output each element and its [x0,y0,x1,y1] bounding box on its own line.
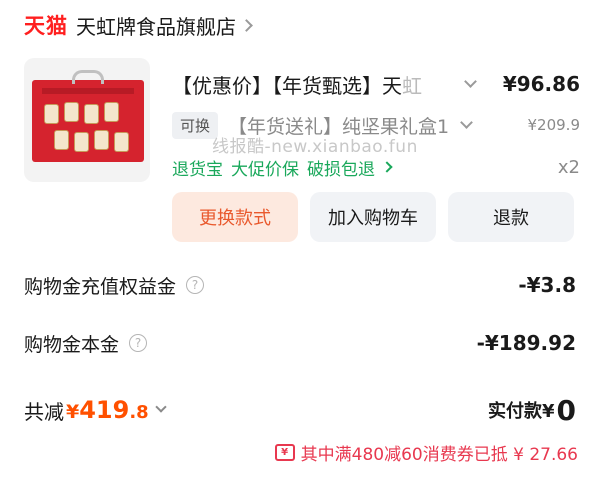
gift-box-handle [72,70,104,84]
product-price: ¥96.86 [502,72,580,96]
nut-jar [84,104,99,124]
total-row: 共减 ¥ 419 .8 实付款¥ 0 [24,390,576,430]
service-row[interactable]: 退货宝 大促价保 破损包退 x2 [172,153,580,181]
nut-jar [74,132,89,152]
product-thumbnail[interactable] [24,58,150,182]
total-currency: ¥ [66,401,80,423]
paid-label: 实付款¥ [487,401,555,422]
paid-value: 0 [556,393,576,427]
chevron-down-icon[interactable] [464,74,477,88]
nut-jar [114,132,129,152]
refund-button[interactable]: 退款 [448,192,574,242]
store-name[interactable]: 天虹牌食品旗舰店 [76,11,236,40]
sku-price: ¥209.9 [527,116,581,134]
total-discount-amount[interactable]: ¥ 419 .8 [66,396,149,424]
change-style-button[interactable]: 更换款式 [172,192,298,242]
tmall-logo: 天猫 [24,14,68,38]
product-title: 【优惠价】【年货甄选】天虹 [172,70,452,99]
nut-jar [54,130,69,150]
add-to-cart-button[interactable]: 加入购物车 [310,192,436,242]
service-damage-refund[interactable]: 破损包退 [307,155,375,180]
store-header[interactable]: 天猫 天虹牌食品旗舰店 [24,10,253,40]
principal-row: 购物金本金 ? -¥189.92 [24,328,576,358]
benefit-label: 购物金充值权益金 [24,275,177,298]
nut-jar [44,104,59,124]
total-discount-label: 共减 [24,399,64,424]
benefit-row: 购物金充值权益金 ? -¥3.8 [24,270,576,300]
chevron-right-icon [381,161,393,173]
coupon-row: ¥ 其中满480减60消费券已抵 ¥ 27.66 [222,438,578,466]
principal-label: 购物金本金 [24,333,120,356]
product-title-text: 【优惠价】【年货甄选】天 [172,73,402,98]
service-return-insurance[interactable]: 退货宝 [172,155,223,180]
principal-value: -¥189.92 [476,331,576,355]
nut-jar [94,130,109,150]
nut-jar [64,102,79,122]
help-icon[interactable]: ? [186,276,205,294]
quantity: x2 [557,156,580,178]
product-title-row[interactable]: 【优惠价】【年货甄选】天虹 ¥96.86 [172,68,580,100]
benefit-value: -¥3.8 [518,273,576,297]
service-price-protection[interactable]: 大促价保 [231,155,299,180]
total-integer: 419 [79,396,130,424]
chevron-down-icon[interactable] [460,115,473,129]
product-title-fade: 虹 [402,73,422,98]
chevron-down-icon[interactable] [155,401,167,413]
gift-box-image [32,70,144,162]
help-icon[interactable]: ? [129,334,148,352]
total-decimal: .8 [129,402,149,423]
chevron-right-icon [240,18,253,32]
nut-jar [104,102,119,122]
gift-box-lid [42,88,134,94]
coupon-text: 其中满480减60消费券已抵 ¥ 27.66 [300,444,578,465]
coupon-icon: ¥ [274,443,295,461]
